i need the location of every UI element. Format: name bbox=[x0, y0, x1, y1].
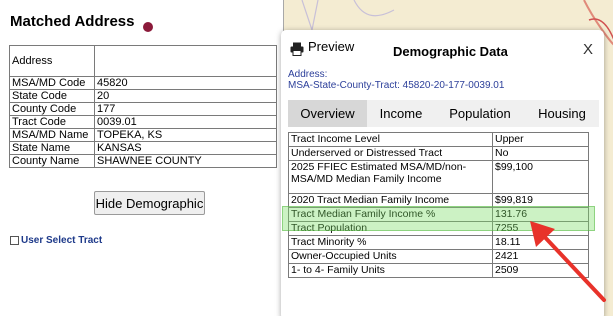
matched-address-panel: Matched Address Address MSA/MD Code 4582… bbox=[0, 0, 283, 316]
table-row: Tract Minority % 18.11 bbox=[288, 235, 589, 250]
tab-population[interactable]: Population bbox=[435, 100, 525, 127]
row-value: 2421 bbox=[492, 249, 589, 264]
row-value: 177 bbox=[94, 102, 277, 116]
status-dot-icon bbox=[143, 22, 153, 32]
tab-income[interactable]: Income bbox=[367, 100, 435, 127]
row-highlight bbox=[282, 206, 595, 231]
row-label: MSA/MD Name bbox=[9, 128, 95, 142]
row-label: MSA/MD Code bbox=[9, 76, 95, 90]
row-value: 0039.01 bbox=[94, 115, 277, 129]
row-label: County Name bbox=[9, 154, 95, 168]
row-label: Tract Income Level bbox=[288, 132, 493, 147]
row-value: SHAWNEE COUNTY bbox=[94, 154, 277, 168]
table-row: 2025 FFIEC Estimated MSA/MD/non-MSA/MD M… bbox=[288, 160, 589, 194]
user-select-tract[interactable]: User Select Tract bbox=[10, 235, 102, 246]
row-label: 1- to 4- Family Units bbox=[288, 263, 493, 278]
row-value bbox=[94, 45, 277, 77]
row-label: Address bbox=[9, 45, 95, 77]
row-value: $99,100 bbox=[492, 160, 589, 194]
row-label: Underserved or Distressed Tract bbox=[288, 146, 493, 161]
matched-address-title: Matched Address bbox=[10, 13, 135, 30]
address-value: MSA-State-County-Tract: 45820-20-177-003… bbox=[288, 80, 505, 91]
table-row: State Code 20 bbox=[9, 89, 277, 103]
demographic-popup: Preview Demographic Data X Address: MSA-… bbox=[281, 30, 604, 316]
row-value: TOPEKA, KS bbox=[94, 128, 277, 142]
row-label: State Code bbox=[9, 89, 95, 103]
address-table: Address MSA/MD Code 45820 State Code 20 … bbox=[9, 45, 277, 168]
row-value: Upper bbox=[492, 132, 589, 147]
row-label: 2025 FFIEC Estimated MSA/MD/non-MSA/MD M… bbox=[288, 160, 493, 194]
row-label: Tract Minority % bbox=[288, 235, 493, 250]
row-value: 2509 bbox=[492, 263, 589, 278]
table-row: Underserved or Distressed Tract No bbox=[288, 146, 589, 161]
row-value: No bbox=[492, 146, 589, 161]
user-select-checkbox[interactable] bbox=[10, 236, 19, 245]
printer-icon[interactable] bbox=[290, 42, 304, 56]
table-row: MSA/MD Code 45820 bbox=[9, 76, 277, 90]
preview-link[interactable]: Preview bbox=[308, 39, 354, 54]
row-value: 45820 bbox=[94, 76, 277, 90]
table-row: County Code 177 bbox=[9, 102, 277, 116]
row-label: Owner-Occupied Units bbox=[288, 249, 493, 264]
tab-overview[interactable]: Overview bbox=[288, 100, 367, 127]
table-row: MSA/MD Name TOPEKA, KS bbox=[9, 128, 277, 142]
table-row: 1- to 4- Family Units 2509 bbox=[288, 263, 589, 278]
user-select-label: User Select Tract bbox=[21, 235, 103, 246]
address-label: Address: bbox=[288, 69, 328, 80]
table-row: Owner-Occupied Units 2421 bbox=[288, 249, 589, 264]
hide-demographic-button[interactable]: Hide Demographic bbox=[94, 191, 205, 215]
row-label: Tract Code bbox=[9, 115, 95, 129]
tab-housing[interactable]: Housing bbox=[525, 100, 599, 127]
table-row: Tract Code 0039.01 bbox=[9, 115, 277, 129]
tab-bar: Overview Income Population Housing bbox=[288, 100, 599, 127]
row-value: 18.11 bbox=[492, 235, 589, 250]
table-row: County Name SHAWNEE COUNTY bbox=[9, 154, 277, 168]
demographic-table: Tract Income Level Upper Underserved or … bbox=[288, 132, 589, 278]
row-value: KANSAS bbox=[94, 141, 277, 155]
row-value: 20 bbox=[94, 89, 277, 103]
table-row: State Name KANSAS bbox=[9, 141, 277, 155]
close-icon[interactable]: X bbox=[583, 41, 593, 58]
table-row: Address bbox=[9, 45, 277, 77]
row-label: State Name bbox=[9, 141, 95, 155]
table-row: Tract Income Level Upper bbox=[288, 132, 589, 147]
row-label: County Code bbox=[9, 102, 95, 116]
popup-title: Demographic Data bbox=[393, 44, 508, 59]
